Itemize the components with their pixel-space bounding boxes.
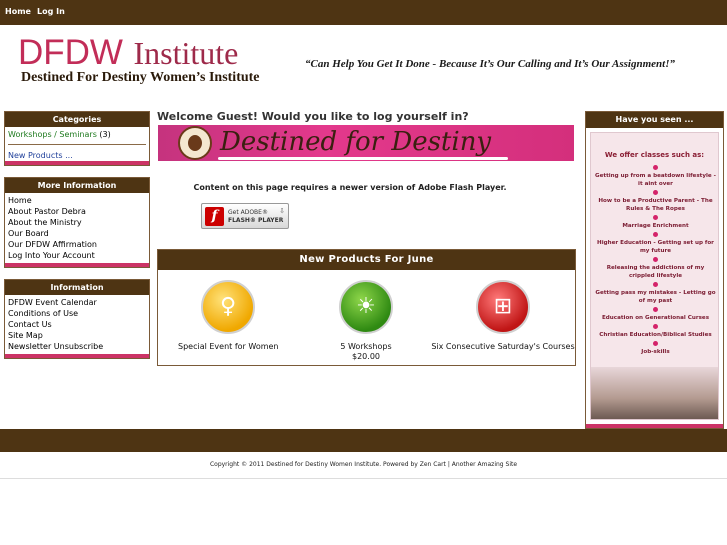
flash-icon: f bbox=[205, 207, 224, 226]
category-workshops-count: (3) bbox=[99, 130, 111, 139]
new-products-link[interactable]: New Products ... bbox=[8, 150, 146, 161]
classes-panel-title: We offer classes such as: bbox=[604, 151, 705, 159]
categories-divider bbox=[8, 144, 146, 145]
more-info-link-about-pastor[interactable]: About Pastor Debra bbox=[8, 206, 146, 217]
classes-promo-image[interactable]: We offer classes such as: Getting up fro… bbox=[590, 132, 719, 420]
product-item[interactable]: ♀ Special Event for Women bbox=[178, 280, 279, 352]
class-item: Marriage Enrichment bbox=[622, 223, 689, 229]
site-header: DFDW Institute Destined For Destiny Wome… bbox=[0, 25, 727, 105]
destiny-banner: Destined for Destiny bbox=[158, 125, 574, 161]
more-info-link-home[interactable]: Home bbox=[8, 195, 146, 206]
new-products-title: New Products For June bbox=[158, 250, 575, 270]
product-name[interactable]: Special Event for Women bbox=[178, 342, 279, 352]
class-item: Releasing the addictions of my crippled … bbox=[606, 265, 705, 279]
logo-institute-text: Institute bbox=[133, 35, 239, 71]
class-item: Getting pass my mistakes - Letting go of… bbox=[595, 290, 716, 304]
banner-text: Destined for Destiny bbox=[220, 127, 492, 157]
more-information-box: More Information Home About Pastor Debra… bbox=[4, 177, 150, 268]
product-item[interactable]: ☀ 5 Workshops $20.00 bbox=[316, 280, 416, 362]
classroom-photo bbox=[591, 367, 718, 419]
nav-login-link[interactable]: Log In bbox=[37, 7, 65, 16]
product-price: $20.00 bbox=[352, 352, 380, 361]
top-nav-bar: Home Log In bbox=[0, 0, 727, 25]
info-link-conditions[interactable]: Conditions of Use bbox=[8, 308, 146, 319]
info-link-sitemap[interactable]: Site Map bbox=[8, 330, 146, 341]
org-chart-icon[interactable]: ⊞ bbox=[476, 280, 530, 334]
site-tagline: “Can Help You Get It Done - Because It’s… bbox=[305, 58, 675, 70]
flash-required-message: Content on this page requires a newer ve… bbox=[193, 183, 507, 192]
more-info-link-board[interactable]: Our Board bbox=[8, 228, 146, 239]
logo-subtitle: Destined For Destiny Women’s Institute bbox=[21, 70, 260, 85]
class-item: Job-skills bbox=[641, 349, 670, 355]
site-logo[interactable]: DFDW Institute bbox=[18, 33, 238, 73]
more-info-link-affirmation[interactable]: Our DFDW Affirmation bbox=[8, 239, 146, 250]
information-box: Information DFDW Event Calendar Conditio… bbox=[4, 279, 150, 359]
class-item: Getting up from a beatdown lifestyle - i… bbox=[595, 173, 716, 187]
classes-list: Getting up from a beatdown lifestyle - i… bbox=[591, 163, 718, 356]
more-info-link-login[interactable]: Log Into Your Account bbox=[8, 250, 146, 261]
logo-dfdw-text: DFDW bbox=[18, 33, 123, 72]
more-information-title: More Information bbox=[5, 178, 149, 193]
info-link-calendar[interactable]: DFDW Event Calendar bbox=[8, 297, 146, 308]
have-you-seen-title: Have you seen ... bbox=[586, 112, 723, 128]
have-you-seen-box: Have you seen ... We offer classes such … bbox=[585, 111, 724, 429]
welcome-heading: Welcome Guest! Would you like to log you… bbox=[157, 110, 469, 123]
nav-home-link[interactable]: Home bbox=[5, 7, 31, 16]
download-arrow-icon: ⇩ bbox=[279, 207, 285, 215]
more-info-link-about-ministry[interactable]: About the Ministry bbox=[8, 217, 146, 228]
flash-button-line1: Get ADOBE® bbox=[228, 209, 268, 216]
seal-icon bbox=[178, 126, 212, 160]
info-link-contact[interactable]: Contact Us bbox=[8, 319, 146, 330]
product-name[interactable]: Six Consecutive Saturday's Courses bbox=[431, 342, 575, 352]
information-title: Information bbox=[5, 280, 149, 295]
lightbulb-icon[interactable]: ☀ bbox=[339, 280, 393, 334]
class-item: Christian Education/Biblical Studies bbox=[599, 332, 712, 338]
category-workshops-link[interactable]: Workshops / Seminars bbox=[8, 130, 97, 139]
woman-icon[interactable]: ♀ bbox=[201, 280, 255, 334]
flash-button-line2: FLASH® PLAYER bbox=[228, 217, 284, 224]
class-item: How to be a Productive Parent - The Rule… bbox=[598, 198, 713, 212]
footer-bar bbox=[0, 429, 727, 452]
product-item[interactable]: ⊞ Six Consecutive Saturday's Courses bbox=[431, 280, 575, 352]
info-link-unsubscribe[interactable]: Newsletter Unsubscribe bbox=[8, 341, 146, 352]
get-flash-player-button[interactable]: f Get ADOBE® FLASH® PLAYER ⇩ bbox=[201, 203, 289, 229]
new-products-box: New Products For June ♀ Special Event fo… bbox=[157, 249, 576, 366]
class-item: Education on Generational Curses bbox=[601, 315, 710, 321]
categories-box: Categories Workshops / Seminars (3) New … bbox=[4, 111, 150, 166]
categories-title: Categories bbox=[5, 112, 149, 127]
product-name[interactable]: 5 Workshops bbox=[316, 342, 416, 352]
copyright-text: Copyright © 2011 Destined for Destiny Wo… bbox=[209, 461, 518, 468]
class-item: Higher Education - Getting set up for my… bbox=[597, 240, 714, 254]
